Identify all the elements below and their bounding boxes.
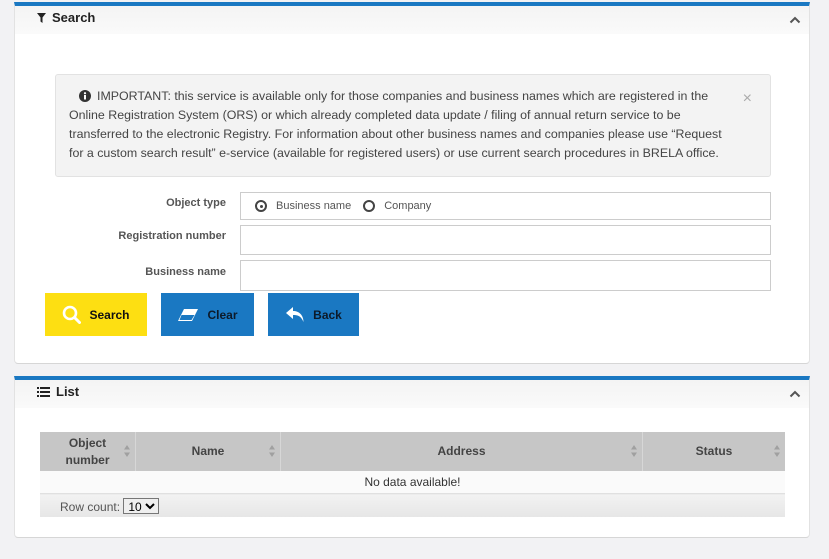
column-status-label: Status <box>695 444 733 458</box>
radio-business-name-label[interactable]: Business name <box>276 200 351 212</box>
business-name-field[interactable] <box>240 260 771 291</box>
sort-icon[interactable] <box>631 445 637 457</box>
chevron-up-icon[interactable] <box>789 389 801 399</box>
empty-message: No data available! <box>40 471 785 494</box>
reply-icon <box>286 306 304 322</box>
search-panel: Search IMPORTANT: this service is availa… <box>14 2 810 364</box>
registration-number-label: Registration number <box>118 230 226 242</box>
table-header-row: Object number Name Address Status <box>40 432 785 471</box>
chevron-up-icon[interactable] <box>789 15 801 25</box>
clear-button[interactable]: Clear <box>161 293 254 336</box>
column-address-label: Address <box>437 444 486 458</box>
business-name-input[interactable] <box>241 261 770 290</box>
column-object-number-label: Object number <box>65 435 110 467</box>
close-icon[interactable]: × <box>743 91 752 107</box>
business-name-label: Business name <box>145 266 226 278</box>
eraser-icon <box>178 308 199 321</box>
row-count-cell: Row count: 10 <box>40 493 785 517</box>
alert-text: IMPORTANT: this service is available onl… <box>69 89 722 160</box>
sort-icon[interactable] <box>774 445 780 457</box>
radio-business-name[interactable] <box>255 200 267 212</box>
search-icon <box>63 305 82 324</box>
back-button-label: Back <box>313 307 342 322</box>
search-panel-title: Search <box>37 10 95 25</box>
table-row: No data available! <box>40 471 785 494</box>
sort-icon[interactable] <box>124 445 130 457</box>
column-header-object-number[interactable]: Object number <box>40 432 136 471</box>
column-header-address[interactable]: Address <box>280 432 643 471</box>
search-panel-header[interactable]: Search <box>15 6 809 34</box>
search-button[interactable]: Search <box>45 293 147 336</box>
important-alert: IMPORTANT: this service is available onl… <box>55 74 771 177</box>
registration-number-input[interactable] <box>241 226 770 254</box>
clear-button-label: Clear <box>207 307 238 322</box>
list-panel-title: List <box>37 384 79 399</box>
list-panel-header[interactable]: List <box>15 380 809 408</box>
filter-icon <box>37 12 46 23</box>
row-count-select[interactable]: 10 <box>123 497 160 514</box>
back-button[interactable]: Back <box>268 293 359 336</box>
column-header-name[interactable]: Name <box>135 432 281 471</box>
object-type-field: Business name Company <box>240 192 771 220</box>
list-icon <box>37 386 50 397</box>
radio-company[interactable] <box>363 200 376 212</box>
radio-company-label[interactable]: Company <box>384 200 431 212</box>
column-header-status[interactable]: Status <box>642 432 785 471</box>
search-panel-title-text: Search <box>52 10 96 25</box>
search-button-label: Search <box>89 307 130 322</box>
list-panel-title-text: List <box>56 384 80 399</box>
object-type-label: Object type <box>166 197 226 209</box>
info-icon <box>79 90 91 102</box>
table-footer-row: Row count: 10 <box>40 493 785 517</box>
row-count-label: Row count: <box>60 499 121 514</box>
results-table: Object number Name Address Status No dat… <box>40 432 785 517</box>
column-name-label: Name <box>191 444 225 458</box>
registration-number-field[interactable] <box>240 225 771 255</box>
list-panel: List Object number Name Address Status N… <box>14 376 810 538</box>
sort-icon[interactable] <box>269 445 275 457</box>
